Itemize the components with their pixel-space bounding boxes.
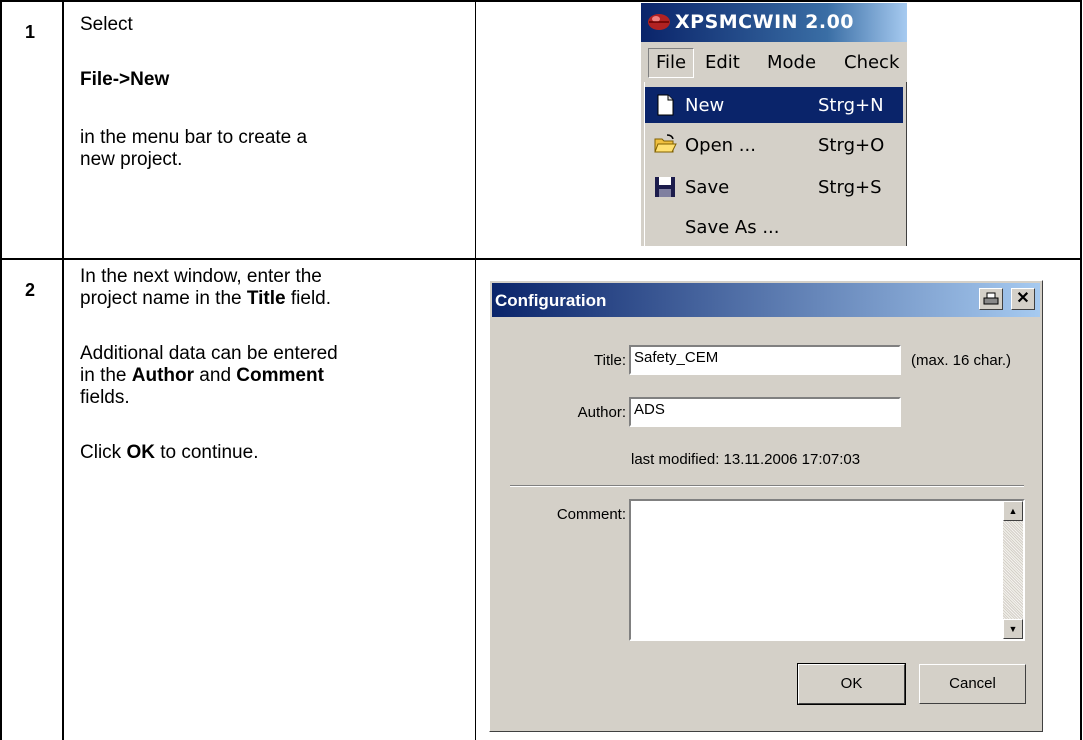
dropdown-shadow [906,82,907,246]
text-bold: Title [246,288,286,309]
menu-item-label: Save As ... [685,217,780,238]
file-menu-screenshot: XPSMCWIN 2.00 File Edit Mode Check New S… [641,3,907,246]
file-dropdown: New Strg+N Open ... Strg+O Save Strg+S S… [644,82,907,246]
title-field[interactable]: Safety_CEM [629,345,901,375]
author-field[interactable]: ADS [629,397,901,427]
step-text: Select File->New in the menu bar to crea… [80,14,460,171]
menu-item-open[interactable]: Open ... Strg+O [645,127,903,163]
ok-button[interactable]: OK [797,663,906,705]
dialog-titlebar: Configuration ✕ [492,283,1040,317]
text: Click [80,442,127,463]
scroll-down-icon[interactable]: ▼ [1003,619,1023,639]
step-line: project name in the Title field. [80,288,465,310]
table-row-divider [0,258,1082,260]
table-right-border [1080,0,1082,740]
step-line: fields. [80,387,130,408]
comment-field[interactable]: ▲ ▼ [629,499,1025,641]
menu-item-shortcut: Strg+N [818,95,884,116]
text-bold: OK [126,442,155,463]
menu-item-label: New [685,95,725,116]
floppy-disk-icon [655,177,675,197]
dialog-separator [510,485,1024,487]
app-titlebar: XPSMCWIN 2.00 [641,3,907,42]
menubar: File Edit Mode Check [641,42,907,82]
menu-edit[interactable]: Edit [705,52,740,73]
menu-item-label: Open ... [685,135,756,156]
author-label: Author: [577,404,626,421]
step-text: In the next window, enter the project na… [80,266,465,464]
table-left-border [0,0,2,740]
scroll-up-icon[interactable]: ▲ [1003,501,1023,521]
configuration-dialog: Configuration ✕ Title: Safety_CEM (max. … [489,280,1043,732]
menu-item-label: Save [685,177,730,198]
cancel-button[interactable]: Cancel [919,664,1026,704]
last-modified: last modified: 13.11.2006 17:07:03 [631,451,861,468]
menu-item-save[interactable]: Save Strg+S [645,169,903,205]
title-label: Title: [594,352,626,369]
comment-scrollbar[interactable]: ▲ ▼ [1003,501,1023,639]
menu-check[interactable]: Check [844,52,899,73]
menu-file[interactable]: File [648,48,695,78]
app-logo-icon [648,14,670,30]
step-line: Additional data can be entered [80,343,338,364]
text-bold: Author [131,365,195,386]
text: to continue. [154,442,259,463]
close-icon[interactable]: ✕ [1011,288,1035,310]
table-col-divider-1 [62,0,64,740]
title-hint: (max. 16 char.) [911,352,1012,369]
step-line: new project. [80,149,183,170]
printer-icon[interactable] [979,288,1003,310]
text-bold: Comment [236,365,324,386]
open-folder-icon [654,134,677,153]
step-select: Select [80,14,133,35]
app-title: XPSMCWIN 2.00 [675,11,855,33]
menu-item-save-as[interactable]: Save As ... [645,209,903,245]
menu-item-shortcut: Strg+S [818,177,882,198]
step-menu-path: File->New [80,69,170,90]
new-document-icon [657,94,674,116]
text: in the [80,365,132,386]
comment-label: Comment: [556,506,626,523]
table-top-border [0,0,1082,2]
text: project name in the [80,288,247,309]
step-line: in the menu bar to create a [80,127,308,148]
dialog-title: Configuration [495,291,607,310]
text: field. [285,288,332,309]
text: and [194,365,237,386]
step-number: 1 [25,22,36,42]
step-number: 2 [25,280,36,300]
menu-item-shortcut: Strg+O [818,135,885,156]
menu-item-new[interactable]: New Strg+N [645,87,903,123]
step-line: Click OK to continue. [80,442,465,464]
step-line: in the Author and Comment [80,365,465,387]
step-line: In the next window, enter the [80,266,322,287]
table-col-divider-2 [475,0,476,740]
menu-mode[interactable]: Mode [767,52,816,73]
